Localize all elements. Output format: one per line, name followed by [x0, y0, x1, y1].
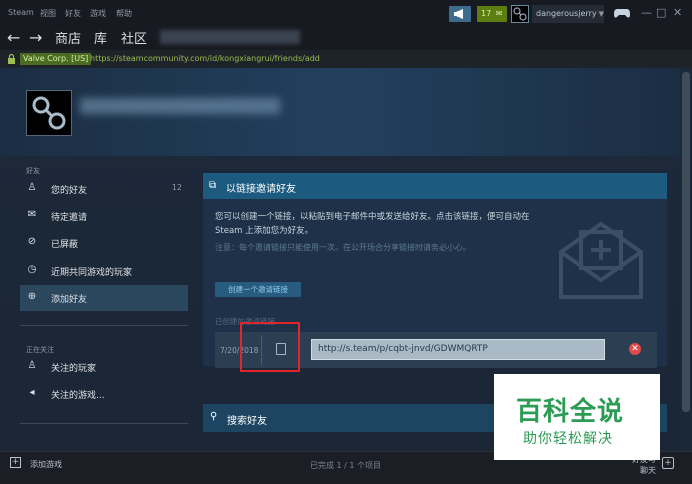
notification-count: 17 [481, 9, 492, 18]
certificate-badge: Valve Corp. [US] [20, 53, 92, 65]
mail-icon: ✉ [27, 209, 37, 220]
avatar[interactable] [511, 5, 529, 23]
menu-view[interactable]: 视图 [40, 8, 56, 19]
friends-heading: 好友 [26, 167, 40, 175]
envelope-plus-icon [559, 221, 643, 299]
sidebar-item-add-friend[interactable]: ⊕ 添加好友 [20, 285, 188, 311]
search-friends-title: 搜索好友 [227, 416, 267, 427]
avatar-icon [513, 7, 527, 21]
chevron-down-icon: ▼ [598, 10, 605, 18]
envelope-icon: ✉ [495, 9, 503, 18]
back-arrow-icon[interactable]: ← [7, 28, 20, 47]
invite-title: 以链接邀请好友 [226, 184, 296, 195]
account-menu[interactable]: dangerousjerry ▼ [532, 5, 604, 23]
downloads-status[interactable]: 已完成 1 / 1 个项目 [310, 460, 381, 471]
notifications-button[interactable]: 17 ✉ [477, 6, 507, 22]
forward-arrow-icon[interactable]: → [29, 28, 42, 47]
chat-icon[interactable]: + [662, 457, 674, 469]
maximize-button[interactable]: □ [656, 6, 666, 19]
close-button[interactable]: ✕ [673, 6, 682, 19]
sidebar-item-recent-players[interactable]: ◷ 近期共同游戏的玩家 [20, 258, 188, 284]
highlight-box [240, 322, 300, 372]
add-icon[interactable]: + [10, 457, 21, 468]
minimize-button[interactable]: — [641, 6, 652, 19]
invite-description: 您可以创建一个链接，以粘贴到电子邮件中或发送给好友。点击该链接，便可自动在 St… [215, 212, 530, 236]
menu-steam[interactable]: Steam [8, 8, 34, 17]
sidebar-divider [20, 325, 188, 326]
sidebar-item-pending-invites[interactable]: ✉ 待定邀请 [20, 203, 188, 229]
remove-link-icon[interactable]: ✕ [629, 343, 641, 355]
link-icon: ⧉ [209, 180, 217, 191]
sidebar-item-followed-players[interactable]: ♙ 关注的玩家 [20, 354, 188, 380]
follow-user-icon: ♙ [27, 360, 37, 371]
announcements-button[interactable] [449, 6, 471, 22]
invite-note: 注意：每个邀请链接只能使用一次。在公开场合分享链接时请务必小心。 [215, 243, 471, 252]
url-text[interactable]: https://steamcommunity.com/id/kongxiangr… [90, 54, 320, 63]
block-icon: ⊘ [27, 236, 37, 247]
menu-friends[interactable]: 好友 [65, 8, 81, 19]
watermark-logo-text: 百科全说 [516, 397, 625, 427]
megaphone-icon: ◂ [29, 387, 35, 398]
profile-name-blurred [80, 98, 280, 114]
profile-avatar[interactable] [26, 90, 72, 136]
sidebar-item-label: 添加好友 [51, 295, 88, 305]
scrollbar-thumb[interactable] [682, 72, 690, 412]
friends-chat-label-line2: 聊天 [640, 466, 656, 475]
nav-username-blurred[interactable] [160, 30, 300, 44]
avatar-icon [32, 96, 66, 130]
create-invite-link-button[interactable]: 创建一个邀请链接 [215, 282, 301, 297]
menu-help[interactable]: 帮助 [116, 8, 132, 19]
friends-count: 12 [171, 183, 182, 192]
clock-icon: ◷ [27, 264, 37, 275]
nav-library[interactable]: 库 [94, 28, 107, 47]
add-game-button[interactable]: 添加游戏 [30, 459, 62, 470]
sidebar-item-label: 近期共同游戏的玩家 [51, 268, 133, 278]
sidebar-item-label: 您的好友 [51, 186, 88, 196]
sidebar-item-blocked[interactable]: ⊘ 已屏蔽 [20, 230, 188, 256]
sidebar-item-followed-games[interactable]: ◂ 关注的游戏... [20, 381, 188, 407]
gamepad-icon[interactable] [614, 7, 630, 19]
search-icon: ⚲ [210, 411, 218, 422]
megaphone-icon [454, 9, 463, 19]
sidebar-item-label: 已屏蔽 [51, 240, 79, 250]
user-icon: ♙ [27, 182, 37, 193]
sidebar-item-label: 关注的游戏... [51, 391, 105, 401]
nav-store[interactable]: 商店 [55, 28, 81, 47]
account-name: dangerousjerry [536, 9, 597, 18]
invite-link-field[interactable]: http://s.team/p/cqbt-jnvd/GDWMQRTP [311, 339, 605, 360]
sidebar-item-label: 关注的玩家 [51, 364, 97, 374]
menu-games[interactable]: 游戏 [90, 8, 106, 19]
lock-icon [8, 54, 15, 64]
plus-circle-icon: ⊕ [27, 291, 37, 302]
sidebar-divider [20, 423, 188, 424]
watermark-tagline: 助你轻松解决 [523, 431, 613, 447]
sidebar-item-your-friends[interactable]: ♙ 您的好友 12 [20, 176, 188, 202]
nav-community[interactable]: 社区 [121, 28, 147, 47]
sidebar-item-label: 待定邀请 [51, 213, 88, 223]
